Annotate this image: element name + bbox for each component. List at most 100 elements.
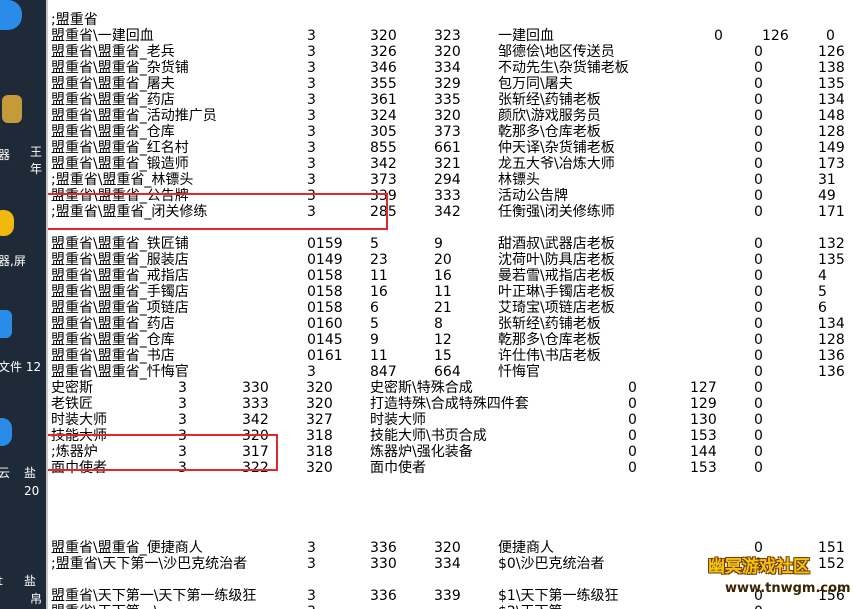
desktop-taskbar: 器 王 年 器,屏 文件 12 云 盐 20 t 盐 帛 bbox=[0, 0, 46, 609]
row-cell: 0 bbox=[754, 284, 763, 300]
table-row[interactable]: 盟重省\盟重省_仓库 0145 9 12 乾那多\仓库老板 0 128 bbox=[48, 332, 853, 348]
row-cell: 0 bbox=[754, 364, 763, 380]
row-cell: 0159 bbox=[307, 236, 343, 252]
row-cell: 0158 bbox=[307, 284, 343, 300]
row-cell: 320 bbox=[370, 28, 397, 44]
table-row[interactable]: 史密斯 3 330 320 史密斯\特殊合成 0 127 0 bbox=[48, 380, 853, 396]
row-cell: 技能大师\书页合成 bbox=[370, 428, 487, 444]
app-icon[interactable] bbox=[0, 310, 12, 338]
row-cell: 661 bbox=[434, 140, 461, 156]
row-cell: 3 bbox=[307, 28, 316, 44]
row-cell: 144 bbox=[690, 444, 717, 460]
row-cell: 艾琦宝\项链店老板 bbox=[498, 300, 615, 316]
row-cell: 136 bbox=[818, 364, 845, 380]
row-cell: 炼器炉\强化装备 bbox=[370, 444, 473, 460]
row-cell: 136 bbox=[818, 348, 845, 364]
row-cell: 318 bbox=[306, 444, 333, 460]
row-cell: 3 bbox=[178, 412, 187, 428]
row-cell: 0 bbox=[754, 76, 763, 92]
table-row[interactable]: 盟重省\盟重省_仓库 3 305 373 乾那多\仓库老板 0 128 bbox=[48, 124, 853, 140]
row-cell: 盟重省\盟重省_服装店 bbox=[51, 252, 189, 268]
table-row[interactable]: 盟重省\盟重省_药店 3 361 335 张斩经\药铺老板 0 134 bbox=[48, 92, 853, 108]
desktop-label: 盐 bbox=[24, 466, 37, 480]
row-cell: 129 bbox=[690, 396, 717, 412]
app-icon[interactable] bbox=[0, 0, 22, 30]
text-editor[interactable]: ;盟重省 盟重省\一建回血 3 320 323 一建回血 0 126 0 盟重省\盟重省_老兵 3 3… bbox=[48, 0, 853, 609]
row-cell: 336 bbox=[370, 540, 397, 556]
row-cell: 叶正琳\手镯店老板 bbox=[498, 284, 615, 300]
table-row[interactable]: 盟重省\盟重省_忏悔官 3 847 664 忏悔官 0 136 bbox=[48, 364, 853, 380]
row-cell: 326 bbox=[370, 44, 397, 60]
table-row[interactable]: 盟重省\盟重省_杂货铺 3 346 334 不动先生\杂货铺老板 0 138 bbox=[48, 60, 853, 76]
row-cell: 0 bbox=[714, 28, 723, 44]
desktop-label: 帛 bbox=[30, 592, 43, 606]
table-row[interactable]: 盟重省\盟重省_锻造师 3 342 321 龙五大爷\冶炼大师 0 173 bbox=[48, 156, 853, 172]
row-cell: 3 bbox=[307, 364, 316, 380]
row-cell: 盟重省\盟重省_书店 bbox=[51, 348, 175, 364]
app-icon[interactable] bbox=[0, 210, 14, 236]
row-cell: 3 bbox=[307, 92, 316, 108]
table-row[interactable]: 盟重省\盟重省_服装店 0149 23 20 沈荷叶\防具店老板 0 135 bbox=[48, 252, 853, 268]
table-row[interactable]: 盟重省\一建回血 3 320 323 一建回血 0 126 0 bbox=[48, 28, 853, 44]
row-cell: 320 bbox=[306, 460, 333, 476]
row-cell: 3 bbox=[178, 396, 187, 412]
cloud-icon[interactable] bbox=[0, 418, 12, 446]
row-cell: 盟重省\盟重省_药店 bbox=[51, 316, 175, 332]
row-cell: 320 bbox=[434, 44, 461, 60]
row-cell: 149 bbox=[818, 140, 845, 156]
table-row[interactable]: 盟重省\盟重省_药店 0160 5 8 张斩经\药铺老板 0 134 bbox=[48, 316, 853, 332]
row-cell: 346 bbox=[370, 60, 397, 76]
table-row[interactable]: 盟重省\盟重省_戒指店 0158 11 16 曼若雪\戒指店老板 0 4 bbox=[48, 268, 853, 284]
table-row[interactable]: 盟重省\盟重省_手镯店 0158 16 11 叶正琳\手镯店老板 0 5 bbox=[48, 284, 853, 300]
row-cell: 0 bbox=[754, 348, 763, 364]
row-cell: 仲天译\杂货铺老板 bbox=[498, 140, 615, 156]
row-cell: 任衡强\闭关修练师 bbox=[498, 204, 615, 220]
row-cell: 0145 bbox=[307, 332, 343, 348]
row-cell: $2\天下第一... bbox=[498, 604, 590, 609]
row-cell: 664 bbox=[434, 364, 461, 380]
table-row[interactable]: 盟重省\盟重省_老兵 3 326 320 邹德侩\地区传送员 0 126 bbox=[48, 44, 853, 60]
table-row[interactable]: 盟重省\盟重省_铁匠铺 0159 5 9 甜酒叔\武器店老板 0 132 bbox=[48, 236, 853, 252]
row-cell: 0 bbox=[754, 380, 763, 396]
row-cell: 5 bbox=[370, 316, 379, 332]
row-cell: 张斩经\药铺老板 bbox=[498, 92, 601, 108]
row-cell: 盟重省\盟重省_忏悔官 bbox=[51, 364, 189, 380]
row-cell: 153 bbox=[690, 460, 717, 476]
row-cell: 327 bbox=[306, 412, 333, 428]
row-cell: 盟重省\盟重省_老兵 bbox=[51, 44, 175, 60]
row-cell: ;盟重省 bbox=[51, 12, 98, 28]
row-cell: 3 bbox=[178, 380, 187, 396]
row-cell: 3 bbox=[307, 140, 316, 156]
row-cell: 0 bbox=[754, 156, 763, 172]
row-cell: 3 bbox=[307, 540, 316, 556]
table-row[interactable]: ;盟重省\盟重省_林镖头 3 373 294 林镖头 0 31 bbox=[48, 172, 853, 188]
row-cell: 3 bbox=[307, 556, 316, 572]
table-row[interactable]: 盟重省\盟重省_项链店 0158 6 21 艾琦宝\项链店老板 0 6 bbox=[48, 300, 853, 316]
row-cell: 127 bbox=[690, 380, 717, 396]
table-row[interactable]: ;盟重省 bbox=[48, 12, 853, 28]
table-row[interactable]: 盟重省\盟重省_红名村 3 855 661 仲天译\杂货铺老板 0 149 bbox=[48, 140, 853, 156]
table-row[interactable]: 盟重省\盟重省_屠夫 3 355 329 包万同\屠夫 0 135 bbox=[48, 76, 853, 92]
table-row[interactable]: 盟重省\盟重省_书店 0161 11 15 许仕伟\书店老板 0 136 bbox=[48, 348, 853, 364]
row-cell: 林镖头 bbox=[498, 172, 540, 188]
row-cell: 时装大师 bbox=[51, 412, 107, 428]
row-cell: 盟重省\盟重省_活动推广员 bbox=[51, 108, 217, 124]
row-cell: 138 bbox=[818, 60, 845, 76]
table-row[interactable]: 时装大师 3 342 327 时装大师 0 130 0 bbox=[48, 412, 853, 428]
row-cell: 5 bbox=[818, 284, 827, 300]
row-cell: 333 bbox=[434, 188, 461, 204]
row-cell: 打造特殊\合成特殊四件套 bbox=[370, 396, 529, 412]
row-cell: 许仕伟\书店老板 bbox=[498, 348, 601, 364]
row-cell: 曼若雪\戒指店老板 bbox=[498, 268, 615, 284]
row-cell: 334 bbox=[434, 60, 461, 76]
row-cell: 盟重省\盟重省_杂货铺 bbox=[51, 60, 189, 76]
row-cell: 颜欣\游戏服务员 bbox=[498, 108, 601, 124]
row-cell: 0 bbox=[754, 316, 763, 332]
row-cell: 153 bbox=[690, 428, 717, 444]
app-icon[interactable] bbox=[2, 95, 22, 123]
table-row[interactable]: 老铁匠 3 333 320 打造特殊\合成特殊四件套 0 129 0 bbox=[48, 396, 853, 412]
table-row[interactable]: 盟重省\盟重省_活动推广员 3 324 320 颜欣\游戏服务员 0 148 bbox=[48, 108, 853, 124]
row-cell: 0 bbox=[754, 108, 763, 124]
row-cell: 0 bbox=[754, 396, 763, 412]
row-cell: $1\天下第一练级狂 bbox=[498, 588, 619, 604]
